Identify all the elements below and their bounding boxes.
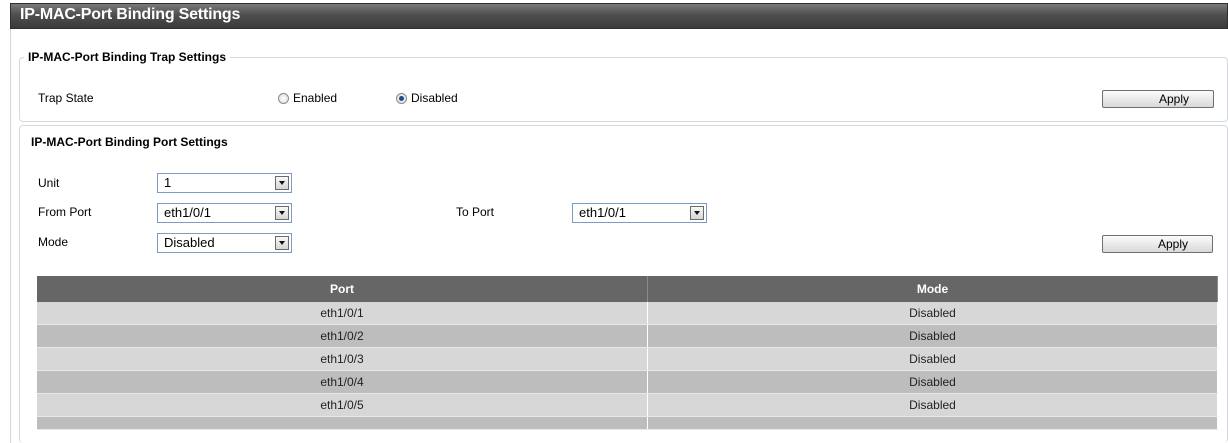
chevron-down-icon[interactable] (690, 206, 704, 220)
to-port-select-value: eth1/0/1 (579, 205, 626, 220)
port-cell: eth1/0/1 (37, 302, 648, 325)
table-row (37, 416, 1218, 430)
mode-cell: Disabled (647, 324, 1218, 348)
port-apply-button[interactable]: Apply (1102, 235, 1213, 253)
table-row: eth1/0/4 Disabled (37, 370, 1218, 394)
to-port-label: To Port (456, 205, 495, 219)
mode-cell: Disabled (647, 347, 1218, 371)
trap-enabled-radio[interactable] (278, 93, 289, 104)
port-cell: eth1/0/2 (37, 324, 648, 348)
to-port-select[interactable]: eth1/0/1 (572, 203, 707, 223)
unit-label: Unit (38, 176, 60, 190)
unit-select[interactable]: 1 (157, 173, 292, 193)
mode-cell (647, 416, 1218, 430)
table-row: eth1/0/3 Disabled (37, 347, 1218, 371)
page-title: IP-MAC-Port Binding Settings (20, 6, 241, 23)
mode-label: Mode (38, 235, 69, 249)
port-cell (37, 416, 648, 430)
table-row: eth1/0/5 Disabled (37, 393, 1218, 417)
mode-select[interactable]: Disabled (157, 233, 292, 253)
from-port-label: From Port (38, 205, 92, 219)
mode-cell: Disabled (647, 302, 1218, 325)
mode-cell: Disabled (647, 393, 1218, 417)
chevron-down-icon[interactable] (275, 236, 289, 250)
chevron-down-icon[interactable] (275, 176, 289, 190)
mode-select-value: Disabled (164, 235, 215, 250)
trap-disabled-radio[interactable] (396, 93, 407, 104)
trap-settings-legend: IP-MAC-Port Binding Trap Settings (28, 50, 226, 64)
trap-state-label: Trap State (38, 91, 94, 105)
trap-enabled-label[interactable]: Enabled (293, 91, 337, 105)
port-cell: eth1/0/4 (37, 370, 648, 394)
trap-settings-panel: IP-MAC-Port Binding Trap Settings (19, 50, 1228, 122)
port-cell: eth1/0/5 (37, 393, 648, 417)
from-port-select[interactable]: eth1/0/1 (157, 203, 292, 223)
unit-select-value: 1 (164, 175, 172, 190)
port-mode-table: Port Mode eth1/0/1 Disabled eth1/0/2 Dis… (37, 276, 1218, 430)
table-row: eth1/0/2 Disabled (37, 324, 1218, 348)
port-settings-legend: IP-MAC-Port Binding Port Settings (31, 135, 228, 149)
mode-cell: Disabled (647, 370, 1218, 394)
trap-apply-button[interactable]: Apply (1102, 90, 1214, 108)
table-row: eth1/0/1 Disabled (37, 302, 1218, 325)
port-cell: eth1/0/3 (37, 347, 648, 371)
page-title-bar: IP-MAC-Port Binding Settings (10, 3, 1228, 29)
from-port-select-value: eth1/0/1 (164, 205, 211, 220)
chevron-down-icon[interactable] (275, 206, 289, 220)
column-header-port: Port (37, 276, 648, 302)
column-header-mode: Mode (647, 276, 1218, 302)
trap-disabled-label[interactable]: Disabled (411, 91, 458, 105)
page: IP-MAC-Port Binding Settings IP-MAC-Port… (0, 0, 1228, 443)
